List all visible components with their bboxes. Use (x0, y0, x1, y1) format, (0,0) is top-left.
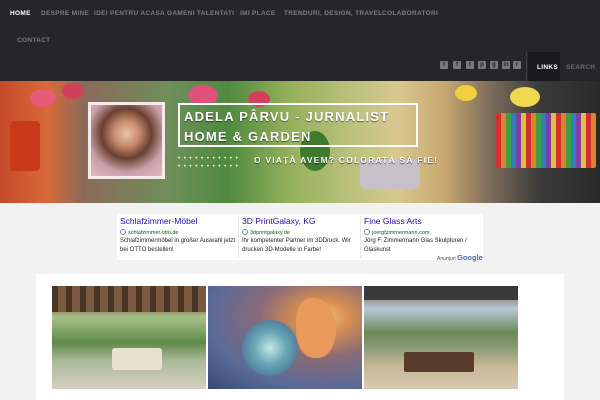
ad-block: Schlafzimmer-Möbel schlafzimmer.otto.de … (117, 214, 483, 260)
author-photo (91, 105, 162, 176)
top-navigation-bar: HOME DESPRE MINE IDEI PENTRU ACASA OAMEN… (0, 0, 600, 81)
furniture-decoration (404, 352, 474, 372)
site-tagline: O VIAȚĂ AVEM? COLORATĂ SĂ FIE! (254, 155, 439, 165)
pergola-roof-decoration (52, 286, 206, 312)
ad-url[interactable]: joergfzimmermann.com (364, 229, 429, 236)
facebook-icon[interactable]: f (453, 61, 461, 69)
ad-item[interactable]: 3D PrintGalaxy, KG 3dprintgalaxy.de Ihr … (239, 214, 359, 260)
search-label[interactable]: SEARCH (566, 64, 595, 71)
flower-decoration (188, 85, 218, 105)
ad-url[interactable]: 3dprintgalaxy.de (242, 229, 290, 236)
flower-decoration (30, 89, 56, 107)
ad-url[interactable]: schlafzimmer.otto.de (120, 229, 178, 236)
ad-description: Jörg F. Zimmermann Glas Skulpturen / Gla… (364, 238, 467, 253)
nav-item-contact[interactable]: CONTACT (17, 37, 50, 44)
nav-item-colaboratori[interactable]: COLABORATORI (382, 10, 438, 17)
linkedin-icon[interactable]: in (502, 61, 510, 69)
awning-decoration (364, 286, 518, 300)
ad-title[interactable]: Schlafzimmer-Möbel (120, 216, 197, 226)
post-thumbnail-terrace[interactable] (364, 286, 518, 389)
nav-item-home[interactable]: HOME (10, 10, 31, 17)
ad-item[interactable]: Schlafzimmer-Möbel schlafzimmer.otto.de … (117, 214, 237, 260)
table-decoration (112, 348, 162, 370)
nav-item-oameni-talentati[interactable]: OAMENI TALENTATI (167, 10, 234, 17)
post-thumbnail-pergola[interactable] (52, 286, 206, 389)
fabric-decoration (10, 121, 40, 171)
nav-item-imi-place[interactable]: IMI PLACE (240, 10, 276, 17)
pens-decoration (496, 113, 596, 168)
rss-icon[interactable]: r (513, 61, 521, 69)
google-logo: Google (457, 253, 483, 262)
nav-item-despre-mine[interactable]: DESPRE MINE (41, 10, 89, 17)
ad-attribution-label: Anunțuri (437, 256, 456, 262)
googleplus-icon[interactable]: g (490, 61, 498, 69)
dots-decoration: • • • • • • • • • • • (178, 156, 239, 162)
ad-attribution[interactable]: Anunțuri Google (437, 253, 483, 262)
pinterest-icon[interactable]: p (478, 61, 486, 69)
author-portrait (88, 102, 165, 179)
ad-title[interactable]: 3D PrintGalaxy, KG (242, 216, 316, 226)
nav-item-idei-pentru-acasa[interactable]: IDEI PENTRU ACASA (94, 10, 165, 17)
figure-decoration (296, 298, 336, 358)
post-thumbnail-art[interactable] (208, 286, 362, 389)
mandala-decoration (242, 320, 298, 376)
dots-decoration: • • • • • • • • • • • (178, 164, 239, 170)
ad-description: Schlafzimmermöbel in großer Auswahl jetz… (120, 238, 236, 253)
nav-divider (526, 52, 527, 81)
ad-description: Ihr kompetenter Partner im 3DDruck. Wir … (242, 238, 351, 253)
site-title[interactable]: ADELA PÂRVU - JURNALIST HOME & GARDEN (184, 107, 424, 147)
nav-item-trenduri[interactable]: TRENDURI, DESIGN, TRAVEL (284, 10, 382, 17)
ad-title[interactable]: Fine Glass Arts (364, 216, 422, 226)
flower-decoration (455, 85, 477, 101)
flower-decoration (62, 83, 84, 99)
links-label[interactable]: LINKS (537, 64, 558, 71)
tumblr-icon[interactable]: t (466, 61, 474, 69)
flower-decoration (510, 87, 540, 107)
twitter-icon[interactable]: t (440, 61, 448, 69)
